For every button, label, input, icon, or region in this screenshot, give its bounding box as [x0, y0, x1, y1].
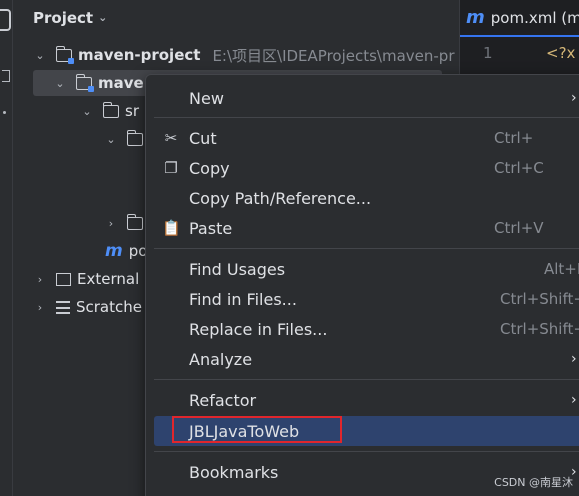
chevron-right-icon: ›: [571, 90, 577, 106]
menu-item-paste[interactable]: 📋 Paste Ctrl+V: [154, 213, 579, 243]
menu-item-replace-in-files[interactable]: Replace in Files... Ctrl+Shift+: [154, 314, 579, 344]
panel-title[interactable]: Project ⌄: [33, 9, 107, 27]
menu-item-label: Find Usages: [189, 259, 286, 279]
menu-item-label: Analyze: [189, 349, 253, 369]
menu-item-shortcut: Ctrl+V: [494, 219, 544, 237]
menu-item-label: Find in Files...: [189, 289, 297, 309]
menu-item-cut[interactable]: ✂ Cut Ctrl+: [154, 123, 579, 153]
folder-icon: [102, 101, 119, 118]
watermark: CSDN @南星沐: [494, 476, 573, 489]
menu-item-analyze[interactable]: Analyze ›: [154, 344, 579, 374]
tree-src-name: sr: [125, 102, 139, 120]
editor-tab[interactable]: m pom.xml (ma: [460, 0, 579, 37]
structure-tool-icon[interactable]: [2, 70, 10, 82]
menu-item-shortcut: Ctrl+: [494, 129, 534, 147]
menu-item-label: Copy Path/Reference...: [189, 188, 372, 208]
chevron-down-icon[interactable]: ⌄: [98, 11, 107, 24]
menu-item-label: Cut: [189, 128, 217, 148]
paste-icon: 📋: [162, 219, 181, 237]
menu-item-refactor[interactable]: Refactor ›: [154, 385, 579, 415]
menu-item-label: Copy: [189, 158, 230, 178]
chevron-right-icon[interactable]: ›: [34, 301, 46, 314]
tree-row-root[interactable]: ⌄ maven-project E:\项目区\IDEAProjects\mave…: [13, 42, 459, 68]
menu-item-jbljavatoweb[interactable]: JBLJavaToWeb: [154, 416, 579, 446]
menu-item-shortcut: Alt+F: [544, 260, 579, 278]
tree-scratches-name: Scratche: [76, 298, 142, 316]
tab-label: pom.xml (ma: [490, 8, 579, 27]
chevron-right-icon[interactable]: ›: [105, 217, 117, 230]
folder-icon: [126, 213, 143, 230]
scissors-icon: ✂: [164, 129, 178, 147]
menu-item-label: Bookmarks: [189, 462, 279, 482]
menu-item-label: Refactor: [189, 390, 257, 410]
menu-item-shortcut: Ctrl+C: [494, 159, 544, 177]
menu-item-label: New: [189, 88, 224, 108]
menu-item-shortcut: Ctrl+Shift+: [500, 290, 579, 308]
code-line[interactable]: <?x: [546, 44, 575, 62]
menu-item-shortcut: Ctrl+Shift+: [500, 320, 579, 338]
maven-icon: m: [105, 241, 123, 261]
menu-item-copy-path[interactable]: Copy Path/Reference...: [154, 183, 579, 213]
menu-item-label: JBLJavaToWeb: [189, 421, 300, 441]
tree-root-path: E:\项目区\IDEAProjects\maven-pr: [212, 46, 455, 65]
chevron-down-icon[interactable]: ⌄: [81, 105, 93, 118]
menu-item-copy[interactable]: ❐ Copy Ctrl+C: [154, 153, 579, 183]
project-tool-icon[interactable]: [0, 9, 11, 31]
tree-module-name: mave: [98, 74, 144, 92]
menu-separator: [154, 248, 579, 249]
module-folder-icon: [55, 45, 74, 64]
context-menu: New › ✂ Cut Ctrl+ ❐ Copy Ctrl+C Copy Pat…: [145, 74, 579, 496]
menu-separator: [154, 451, 579, 452]
tree-external-name: External: [77, 270, 140, 288]
menu-separator: [154, 117, 579, 118]
copy-icon: ❐: [164, 159, 178, 177]
module-folder-icon: [75, 73, 94, 92]
chevron-right-icon: ›: [571, 351, 577, 367]
scratches-icon: [56, 300, 70, 314]
menu-item-label: Paste: [189, 218, 233, 238]
menu-item-find-in-files[interactable]: Find in Files... Ctrl+Shift+: [154, 284, 579, 314]
chevron-down-icon[interactable]: ⌄: [54, 77, 66, 90]
tree-root-name: maven-project: [78, 46, 201, 64]
menu-item-label: Replace in Files...: [189, 319, 328, 339]
panel-title-label: Project: [33, 9, 94, 27]
menu-separator: [154, 379, 579, 380]
more-tools-icon[interactable]: [3, 111, 6, 114]
chevron-right-icon: ›: [571, 392, 577, 408]
folder-icon: [126, 129, 143, 146]
tool-strip: [0, 0, 13, 496]
menu-item-find-usages[interactable]: Find Usages Alt+F: [154, 254, 579, 284]
chevron-down-icon[interactable]: ⌄: [34, 49, 46, 62]
chevron-right-icon[interactable]: ›: [34, 273, 46, 286]
maven-icon: m: [466, 7, 485, 28]
menu-item-new[interactable]: New ›: [154, 83, 579, 113]
library-icon: [56, 272, 71, 286]
line-number: 1: [483, 44, 493, 62]
chevron-down-icon[interactable]: ⌄: [105, 133, 117, 146]
